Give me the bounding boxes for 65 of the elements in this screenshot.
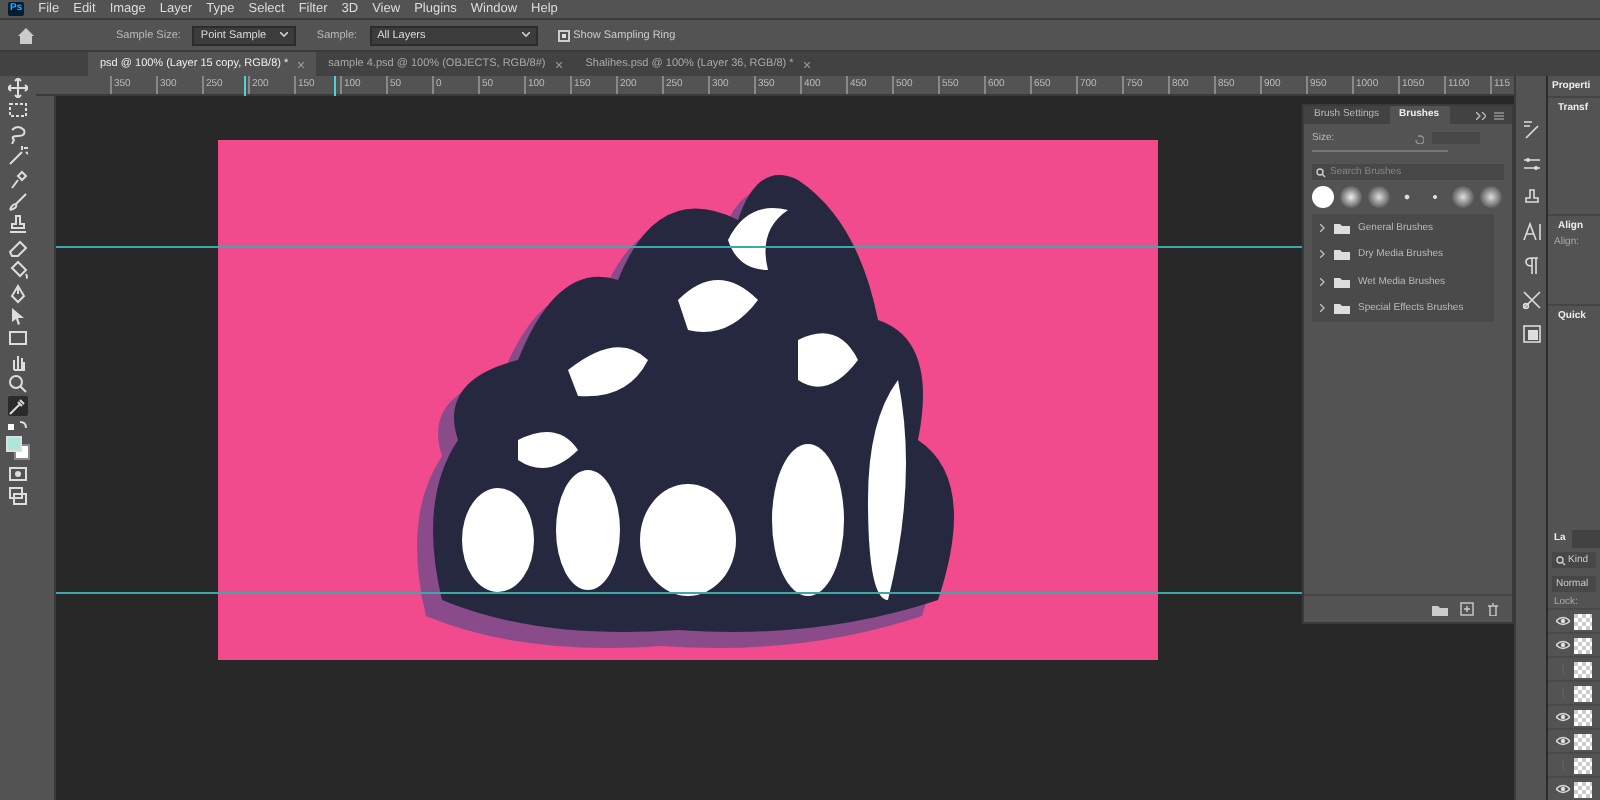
move-icon[interactable] <box>8 78 28 98</box>
brush-preset[interactable] <box>1312 186 1334 208</box>
close-icon[interactable] <box>803 61 810 67</box>
search-icon <box>1316 167 1326 177</box>
eye-icon[interactable] <box>1556 736 1570 746</box>
zoom-icon[interactable] <box>8 374 28 395</box>
chevron-right-icon <box>1320 277 1326 286</box>
eraser-icon[interactable] <box>8 237 28 258</box>
chevron-down-icon <box>521 32 530 38</box>
pen-icon[interactable] <box>8 283 28 304</box>
hand-icon[interactable] <box>8 351 28 372</box>
eye-icon[interactable] <box>1556 640 1570 650</box>
layer-row[interactable] <box>1548 608 1600 632</box>
new-item-icon[interactable] <box>1460 602 1474 616</box>
shape-icon[interactable] <box>8 328 28 349</box>
brush-icon[interactable] <box>8 191 28 212</box>
path-select-icon[interactable] <box>8 305 28 326</box>
marquee-icon[interactable] <box>8 100 28 121</box>
brush-preset[interactable] <box>1368 186 1390 208</box>
tools-preset-icon[interactable] <box>1521 290 1541 310</box>
screen-mode-icon[interactable] <box>8 486 28 507</box>
brush-preset[interactable] <box>1340 186 1362 208</box>
stamp-icon[interactable] <box>8 214 28 235</box>
layer-row[interactable] <box>1548 656 1600 680</box>
brush-preset[interactable] <box>1480 186 1502 208</box>
home-icon[interactable] <box>16 25 36 45</box>
eyedropper-icon[interactable] <box>8 396 28 417</box>
swap-colors-icon[interactable] <box>8 419 28 432</box>
quick-mask-icon[interactable] <box>8 463 28 484</box>
layer-row[interactable] <box>1548 776 1600 800</box>
chevron-down-icon <box>280 32 289 38</box>
search-icon <box>1556 555 1566 565</box>
layer-comps-icon[interactable] <box>1521 324 1541 344</box>
menu-icon[interactable] <box>1494 111 1504 119</box>
chevron-right-icon <box>1320 223 1326 232</box>
wand-icon[interactable] <box>8 146 28 167</box>
quick-select-icon[interactable] <box>8 169 28 190</box>
bucket-icon[interactable] <box>8 260 28 281</box>
layer-row[interactable] <box>1548 632 1600 656</box>
chevron-right-icon <box>1320 250 1326 259</box>
double-chevron-icon[interactable] <box>1476 111 1486 119</box>
folder-icon[interactable] <box>1432 603 1448 615</box>
character-icon[interactable] <box>1521 222 1541 242</box>
lasso-icon[interactable] <box>8 123 28 144</box>
guide-marker <box>334 76 336 96</box>
sampling-ring-checkbox[interactable] <box>557 29 570 41</box>
reset-icon[interactable] <box>1414 133 1424 143</box>
layer-row[interactable] <box>1548 704 1600 728</box>
layer-row[interactable] <box>1548 728 1600 752</box>
layer-row[interactable] <box>1548 680 1600 704</box>
brush-preset[interactable] <box>1452 186 1474 208</box>
layer-row[interactable] <box>1548 752 1600 776</box>
color-swatches[interactable] <box>6 436 30 461</box>
eye-icon[interactable] <box>1556 784 1570 794</box>
close-icon[interactable] <box>298 61 305 67</box>
brush-settings-icon[interactable] <box>1521 120 1541 140</box>
clone-source-icon[interactable] <box>1521 188 1541 208</box>
eye-icon[interactable] <box>1556 616 1570 626</box>
close-icon[interactable] <box>555 61 562 67</box>
paragraph-icon[interactable] <box>1521 256 1541 276</box>
trash-icon[interactable] <box>1486 602 1500 616</box>
adjustments-icon[interactable] <box>1521 154 1541 174</box>
guide-marker <box>244 76 246 96</box>
chevron-right-icon <box>1320 304 1326 313</box>
eye-icon[interactable] <box>1556 712 1570 722</box>
